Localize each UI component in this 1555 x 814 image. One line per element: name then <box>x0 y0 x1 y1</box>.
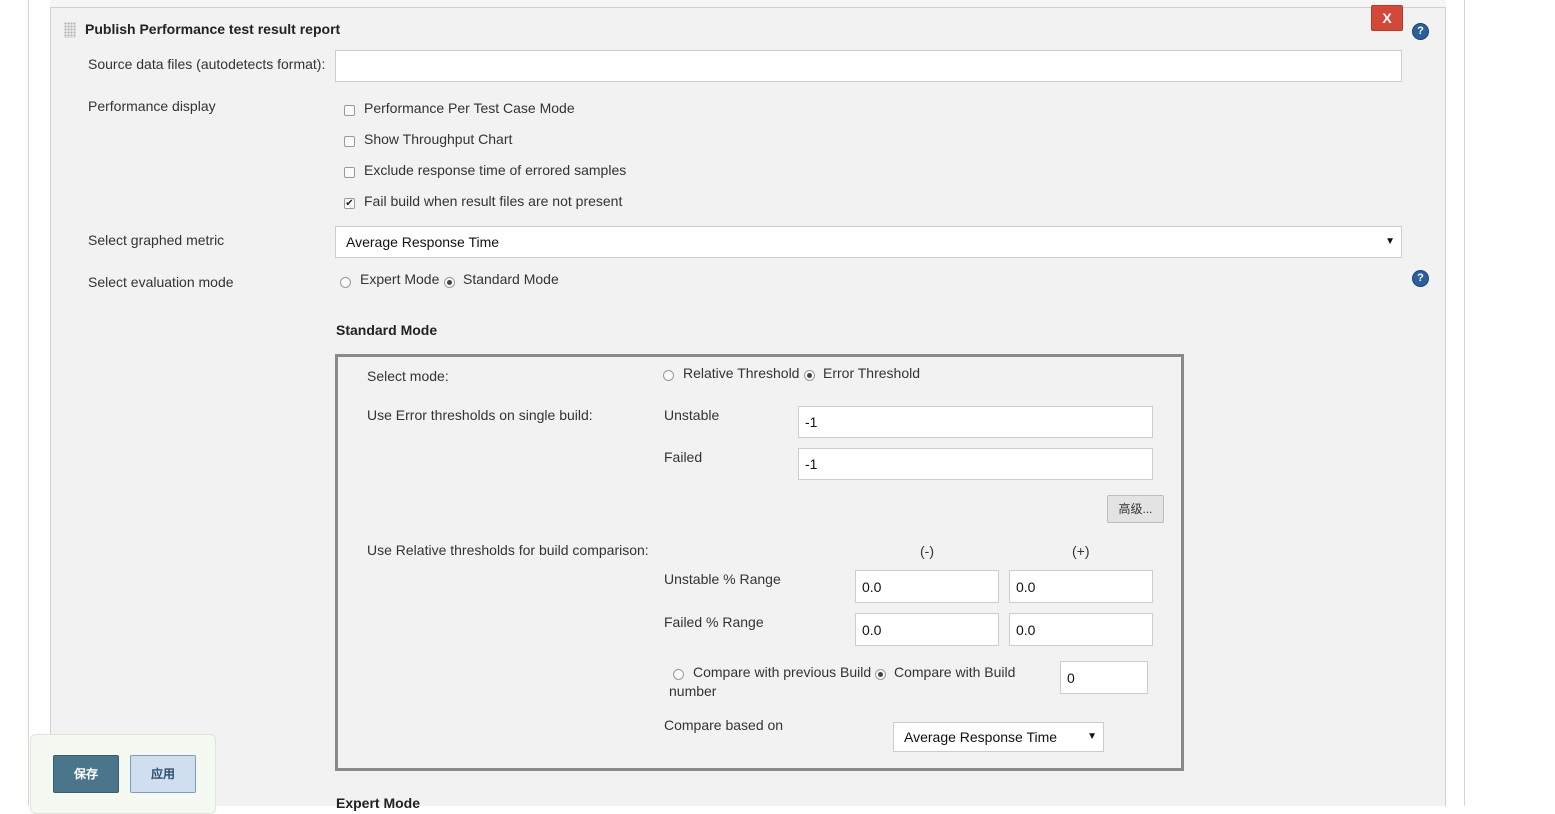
source-files-input[interactable] <box>335 50 1402 82</box>
advanced-button[interactable]: 高级... <box>1107 495 1164 523</box>
fail-build-missing-files-label: Fail build when result files are not pre… <box>364 193 623 209</box>
evaluation-mode-label: Select evaluation mode <box>88 274 234 290</box>
performance-per-test-case-checkbox[interactable] <box>344 105 355 116</box>
compare-with-build-radio[interactable] <box>875 669 886 680</box>
build-number-input[interactable] <box>1060 661 1148 694</box>
compare-previous-build-label: Compare with previous Build <box>693 664 872 680</box>
performance-display-label: Performance display <box>88 98 216 114</box>
delete-section-button[interactable]: X <box>1371 5 1403 31</box>
graphed-metric-value: Average Response Time <box>346 234 500 250</box>
help-icon[interactable]: ? <box>1412 23 1429 40</box>
compare-based-on-select[interactable]: Average Response Time ▼ <box>893 722 1104 752</box>
drag-handle-icon[interactable] <box>64 22 76 38</box>
evaluation-help-icon[interactable]: ? <box>1412 270 1429 287</box>
source-files-label: Source data files (autodetects format): <box>88 56 326 72</box>
chevron-down-icon: ▼ <box>1087 731 1097 742</box>
show-throughput-chart-checkbox[interactable] <box>344 136 355 147</box>
compare-with-build-label: Compare with Build <box>894 664 1016 680</box>
performance-per-test-case-label: Performance Per Test Case Mode <box>364 100 575 116</box>
relative-thresholds-label: Use Relative thresholds for build compar… <box>367 542 649 558</box>
expert-mode-radio[interactable] <box>340 277 351 288</box>
save-button[interactable]: 保存 <box>53 755 119 793</box>
relative-threshold-label: Relative Threshold <box>683 365 800 381</box>
relative-threshold-radio[interactable] <box>663 370 674 381</box>
standard-mode-heading: Standard Mode <box>336 322 438 338</box>
standard-mode-radio[interactable] <box>444 277 455 288</box>
chevron-down-icon: ▼ <box>1385 236 1395 247</box>
graphed-metric-label: Select graphed metric <box>88 232 225 248</box>
standard-mode-label: Standard Mode <box>463 271 559 287</box>
apply-button[interactable]: 应用 <box>130 755 196 793</box>
exclude-errored-samples-checkbox[interactable] <box>344 167 355 178</box>
compare-previous-build-label-cont: number <box>669 683 717 699</box>
select-mode-label: Select mode: <box>367 368 449 384</box>
unstable-range-label: Unstable % Range <box>664 571 781 587</box>
plus-column-header: (+) <box>1072 543 1090 559</box>
failed-label: Failed <box>664 449 703 465</box>
show-throughput-chart-label: Show Throughput Chart <box>364 131 513 147</box>
fail-build-missing-files-checkbox[interactable]: ✔ <box>344 198 355 209</box>
failed-plus-input[interactable] <box>1009 613 1153 646</box>
compare-previous-build-radio[interactable] <box>673 669 684 680</box>
error-thresholds-label: Use Error thresholds on single build: <box>367 407 593 423</box>
expert-mode-heading: Expert Mode <box>336 795 421 811</box>
failed-minus-input[interactable] <box>855 613 999 646</box>
unstable-plus-input[interactable] <box>1009 570 1153 603</box>
failed-range-label: Failed % Range <box>664 614 764 630</box>
previous-section-edge <box>50 0 1446 8</box>
compare-based-on-value: Average Response Time <box>904 729 1058 745</box>
error-threshold-radio[interactable] <box>804 370 815 381</box>
expert-mode-label: Expert Mode <box>360 271 440 287</box>
unstable-minus-input[interactable] <box>855 570 999 603</box>
error-failed-input[interactable] <box>798 448 1153 480</box>
section-title: Publish Performance test result report <box>85 21 341 37</box>
graphed-metric-select[interactable]: Average Response Time ▼ <box>335 226 1402 258</box>
compare-based-on-label: Compare based on <box>664 717 784 733</box>
exclude-errored-samples-label: Exclude response time of errored samples <box>364 162 627 178</box>
error-threshold-label: Error Threshold <box>823 365 921 381</box>
error-unstable-input[interactable] <box>798 406 1153 438</box>
unstable-label: Unstable <box>664 407 720 423</box>
minus-column-header: (-) <box>920 543 934 559</box>
